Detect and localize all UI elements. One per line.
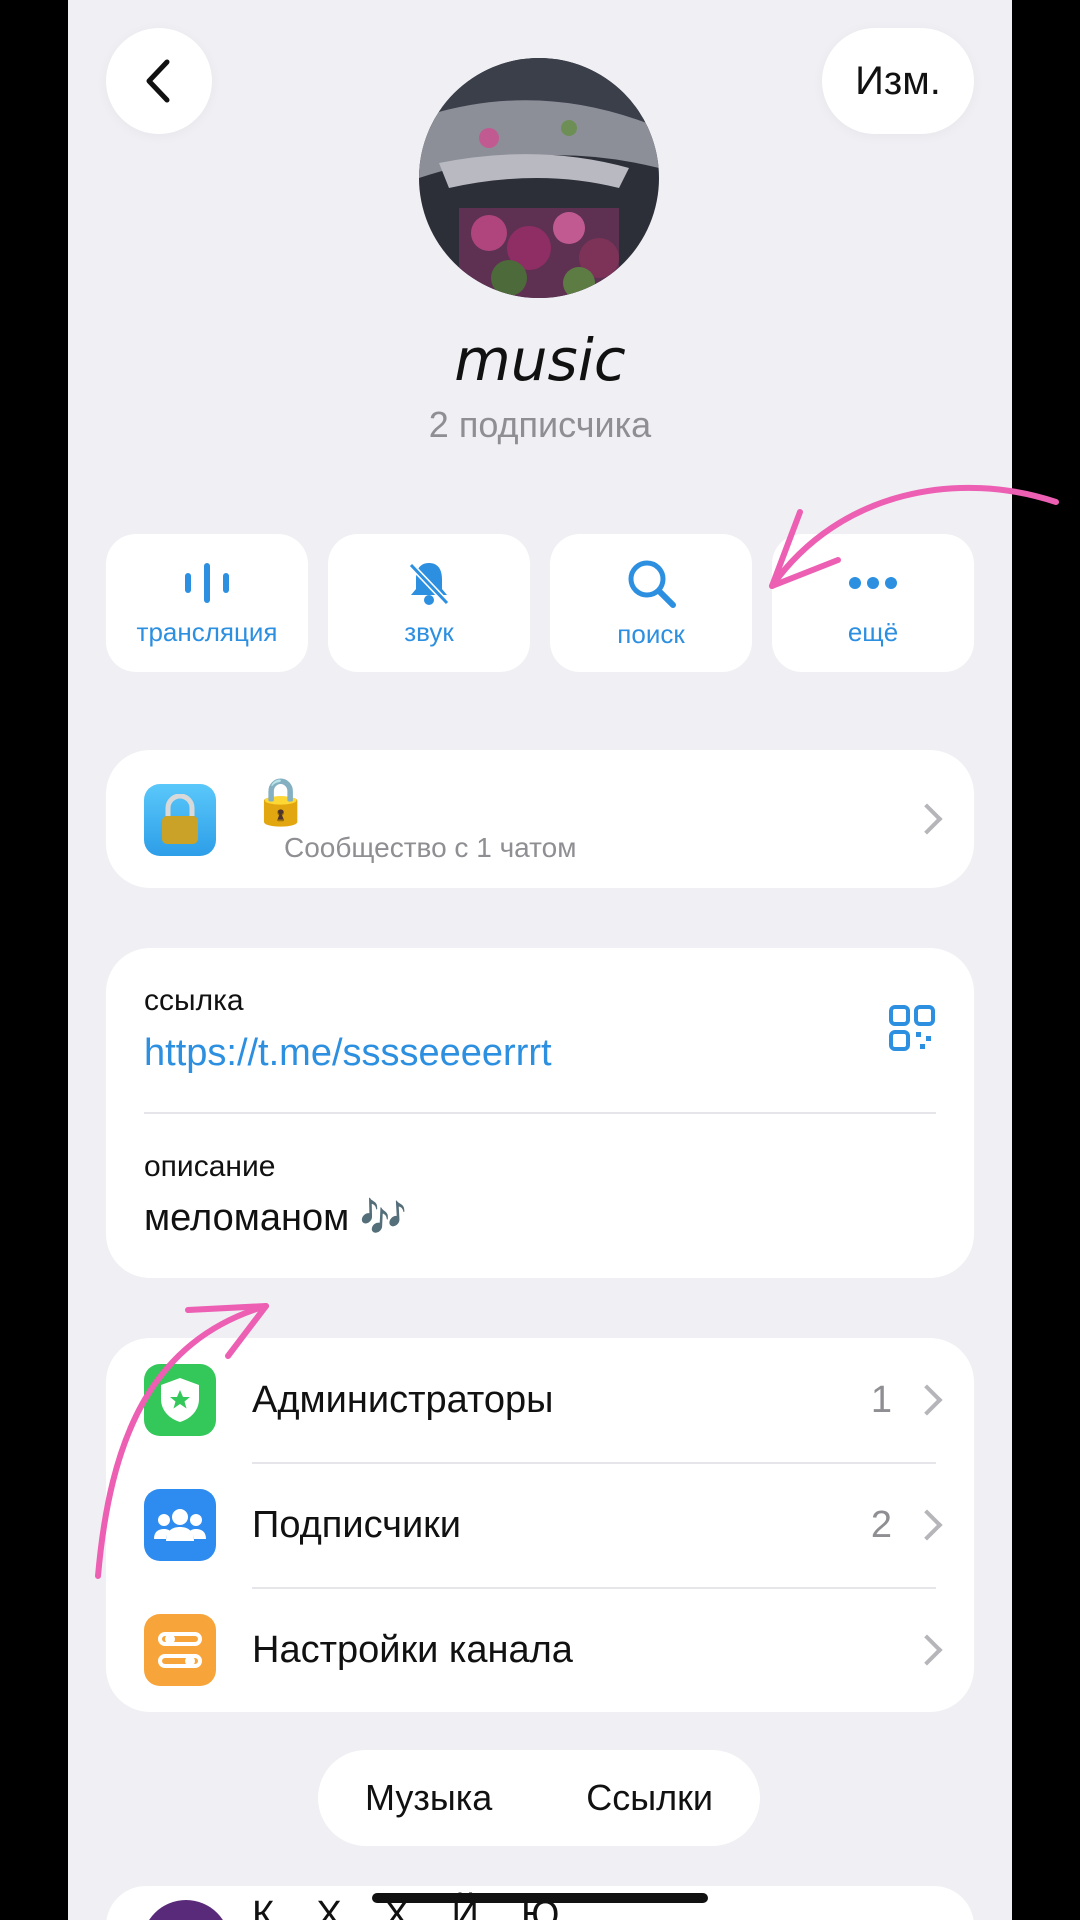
link-label: ссылка <box>144 984 244 1017</box>
channel-avatar[interactable] <box>419 58 659 298</box>
search-icon <box>628 560 676 608</box>
avatar-image <box>419 58 659 298</box>
phone-screen: Изм. music 2 подписчика трансляция звук … <box>68 0 1012 1920</box>
sound-button[interactable]: звук <box>328 534 530 672</box>
more-icon <box>849 576 897 589</box>
management-menu: Администраторы 1 Подписчики 2 Настройки … <box>106 1338 974 1712</box>
shield-icon <box>144 1364 216 1436</box>
administrators-count: 1 <box>870 1378 892 1421</box>
chevron-left-icon <box>146 59 170 103</box>
info-divider <box>144 1112 936 1114</box>
menu-item-label: Подписчики <box>252 1503 462 1546</box>
community-row[interactable]: 🔒 Сообщество с 1 чатом <box>106 750 974 888</box>
qr-code-icon[interactable] <box>888 1004 936 1052</box>
menu-item-subscribers[interactable]: Подписчики 2 <box>106 1463 974 1587</box>
tab-music[interactable]: Музыка <box>365 1777 492 1819</box>
channel-title: music <box>454 326 626 394</box>
search-button[interactable]: поиск <box>550 534 752 672</box>
tab-links[interactable]: Ссылки <box>586 1777 713 1819</box>
more-button[interactable]: ещё <box>772 534 974 672</box>
bell-muted-icon <box>408 562 450 605</box>
chevron-right-icon <box>911 1509 943 1541</box>
description-label: описание <box>144 1150 276 1183</box>
search-label: поиск <box>617 618 685 649</box>
edit-button[interactable]: Изм. <box>822 28 974 134</box>
community-subtitle: Сообщество с 1 чатом <box>284 832 577 863</box>
settings-sliders-icon <box>144 1614 216 1686</box>
media-tabs: Музыка Ссылки <box>318 1750 760 1846</box>
broadcast-icon <box>185 562 229 603</box>
broadcast-button[interactable]: трансляция <box>106 534 308 672</box>
chevron-right-icon <box>911 1634 943 1666</box>
menu-item-channel-settings[interactable]: Настройки канала <box>106 1588 974 1712</box>
edit-button-label: Изм. <box>855 58 941 103</box>
lock-icon <box>144 784 216 856</box>
broadcast-label: трансляция <box>136 616 278 647</box>
back-button[interactable] <box>106 28 212 134</box>
chevron-right-icon <box>911 1384 943 1416</box>
chevron-right-icon <box>911 803 943 835</box>
menu-item-label: Администраторы <box>252 1378 554 1421</box>
channel-description: меломаном 🎶 <box>144 1197 408 1239</box>
subscriber-count: 2 подписчика <box>428 404 652 445</box>
menu-item-administrators[interactable]: Администраторы 1 <box>106 1338 974 1462</box>
action-buttons: трансляция звук поиск ещё <box>106 534 974 672</box>
home-indicator <box>372 1893 708 1903</box>
more-label: ещё <box>847 616 899 647</box>
sound-label: звук <box>404 616 454 647</box>
menu-item-label: Настройки канала <box>252 1628 573 1671</box>
media-list-item[interactable]: К... Х... Х... Й... Ю <box>106 1886 974 1920</box>
info-card: ссылка https://t.me/sssseeeerrrt описани… <box>106 948 974 1278</box>
media-item-avatar <box>142 1900 230 1920</box>
people-icon <box>144 1489 216 1561</box>
community-title-emoji: 🔒 <box>252 774 310 828</box>
channel-link[interactable]: https://t.me/sssseeeerrrt <box>144 1032 552 1075</box>
subscribers-count: 2 <box>870 1503 892 1546</box>
